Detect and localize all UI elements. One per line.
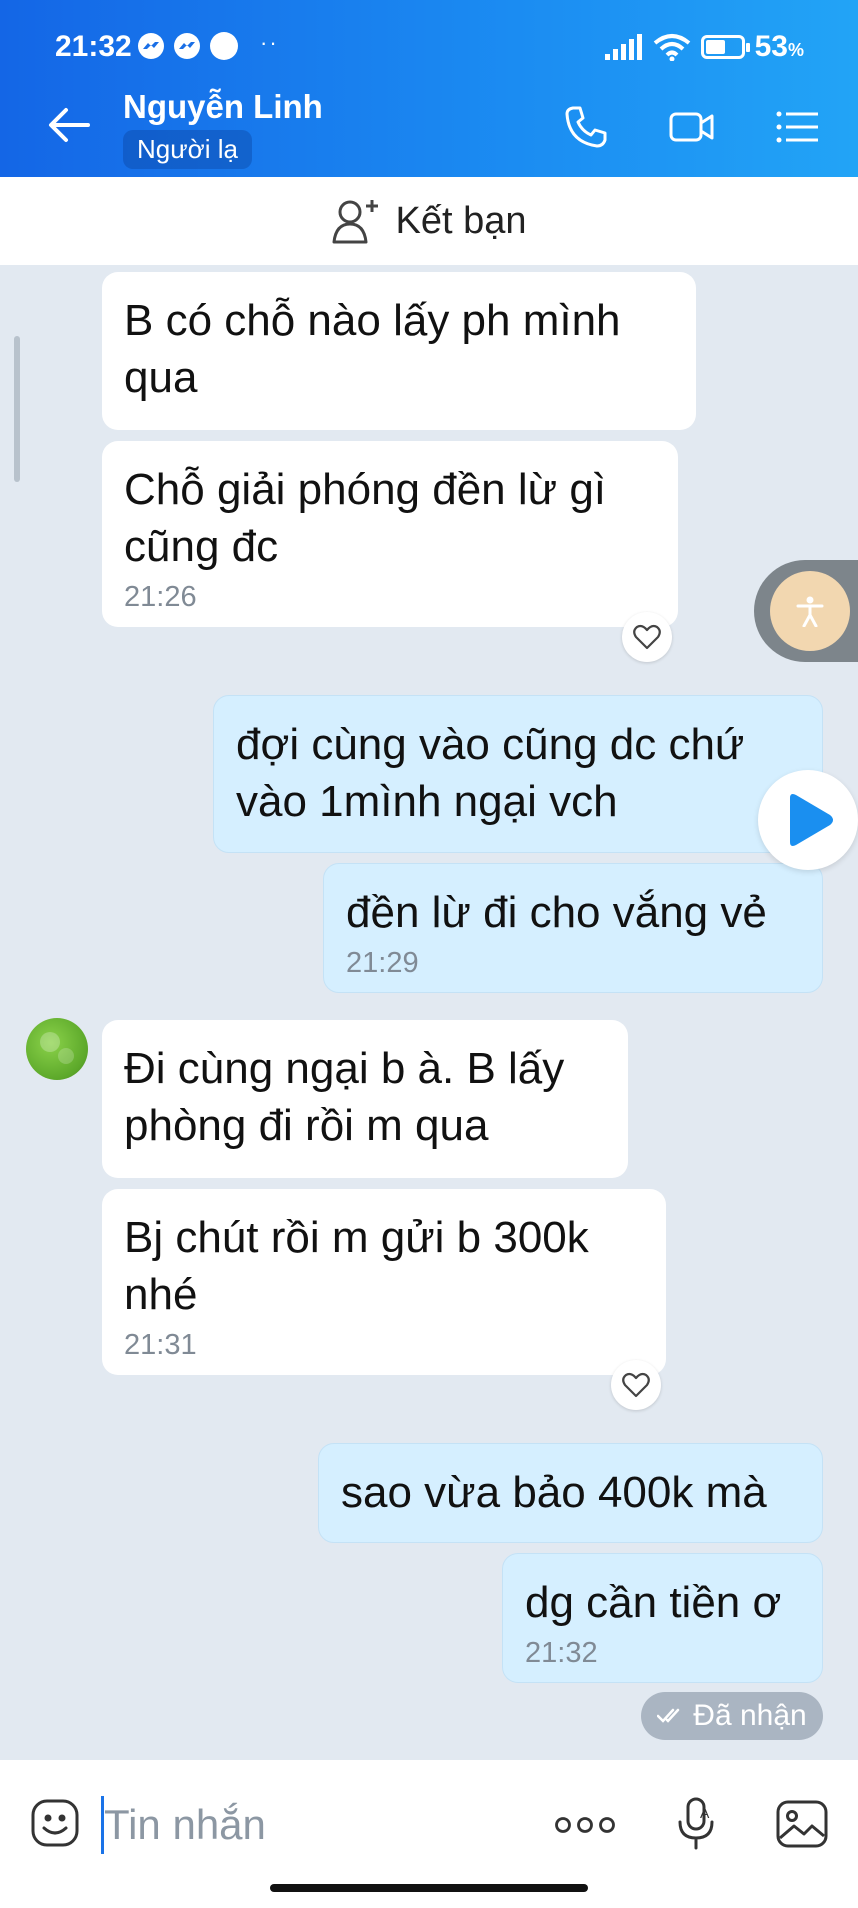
status-bar: 21:32 ·· 53% <box>0 0 858 72</box>
message-time: 21:32 <box>525 1637 598 1669</box>
message-time: 21:29 <box>346 947 419 979</box>
play-button[interactable] <box>758 770 858 870</box>
home-indicator[interactable] <box>270 1884 588 1892</box>
double-check-icon <box>657 1708 680 1723</box>
voice-icon[interactable]: A <box>676 1796 716 1852</box>
status-right: 53% <box>603 30 804 64</box>
react-button[interactable] <box>622 612 672 662</box>
chat-header: Nguyễn Linh Người lạ <box>0 72 858 177</box>
message-text: B có chỗ nào lấy ph mình qua <box>124 296 621 402</box>
top-bar: 21:32 ·· 53% Nguyễn Linh Người lạ <box>0 0 858 177</box>
message-text: đền lừ đi cho vắng vẻ <box>346 888 767 937</box>
add-friend-button[interactable]: Kết bạn <box>0 177 858 265</box>
add-friend-label: Kết bạn <box>395 199 527 242</box>
more-icon[interactable] <box>554 1816 616 1834</box>
notification-dot-icon <box>210 32 238 60</box>
message-time: 21:31 <box>124 1329 197 1361</box>
delivery-status-text: Đã nhận <box>693 1699 807 1732</box>
status-time: 21:32 <box>55 30 132 63</box>
messenger-icon <box>174 33 200 59</box>
message-bubble[interactable]: dg cần tiền ơ 21:32 <box>502 1553 823 1683</box>
stranger-badge: Người lạ <box>123 130 252 169</box>
wifi-icon <box>653 34 690 61</box>
messenger-icon <box>138 33 164 59</box>
accessibility-icon <box>796 596 824 627</box>
add-friend-icon <box>332 200 378 244</box>
message-bubble[interactable]: Bj chút rồi m gửi b 300k nhé 21:31 <box>102 1189 666 1375</box>
message-text: Chỗ giải phóng đền lừ gì cũng đc <box>124 465 607 571</box>
message-bubble[interactable]: sao vừa bảo 400k mà <box>318 1443 823 1543</box>
message-bubble[interactable]: Chỗ giải phóng đền lừ gì cũng đc 21:26 <box>102 441 678 627</box>
message-input[interactable] <box>104 1792 524 1858</box>
heart-icon <box>622 1372 650 1398</box>
phone-icon[interactable] <box>563 104 609 150</box>
message-bubble[interactable]: Đi cùng ngại b à. B lấy phòng đi rồi m q… <box>102 1020 628 1178</box>
message-text: dg cần tiền ơ <box>525 1578 782 1627</box>
back-arrow-icon[interactable] <box>44 100 94 150</box>
battery-percent: 53% <box>754 30 804 63</box>
heart-icon <box>633 624 661 650</box>
react-button[interactable] <box>611 1360 661 1410</box>
avatar[interactable] <box>26 1018 88 1080</box>
video-call-icon[interactable] <box>669 104 715 150</box>
message-text: Đi cùng ngại b à. B lấy phòng đi rồi m q… <box>124 1044 565 1150</box>
image-icon[interactable] <box>776 1800 828 1848</box>
notification-icons: ·· <box>138 30 279 60</box>
delivery-status-badge: Đã nhận <box>641 1692 823 1740</box>
message-text: Bj chút rồi m gửi b 300k nhé <box>124 1213 589 1319</box>
battery-icon <box>700 35 750 59</box>
scrollbar[interactable] <box>14 336 20 482</box>
message-text: đợi cùng vào cũng dc chứ vào 1mình ngại … <box>236 720 745 826</box>
play-icon <box>790 794 833 846</box>
contact-name[interactable]: Nguyễn Linh <box>123 88 323 126</box>
message-bubble[interactable]: đền lừ đi cho vắng vẻ 21:29 <box>323 863 823 993</box>
message-bubble[interactable]: đợi cùng vào cũng dc chứ vào 1mình ngại … <box>213 695 823 853</box>
accessibility-button[interactable] <box>754 560 858 662</box>
message-time: 21:26 <box>124 581 197 613</box>
message-text: sao vừa bảo 400k mà <box>341 1468 767 1517</box>
svg-text:A: A <box>700 1805 710 1821</box>
more-notifications-icon: ·· <box>260 30 279 55</box>
emoji-icon[interactable] <box>30 1798 80 1848</box>
signal-icon <box>604 34 642 60</box>
menu-icon[interactable] <box>774 104 820 150</box>
message-bubble[interactable]: B có chỗ nào lấy ph mình qua <box>102 272 696 430</box>
